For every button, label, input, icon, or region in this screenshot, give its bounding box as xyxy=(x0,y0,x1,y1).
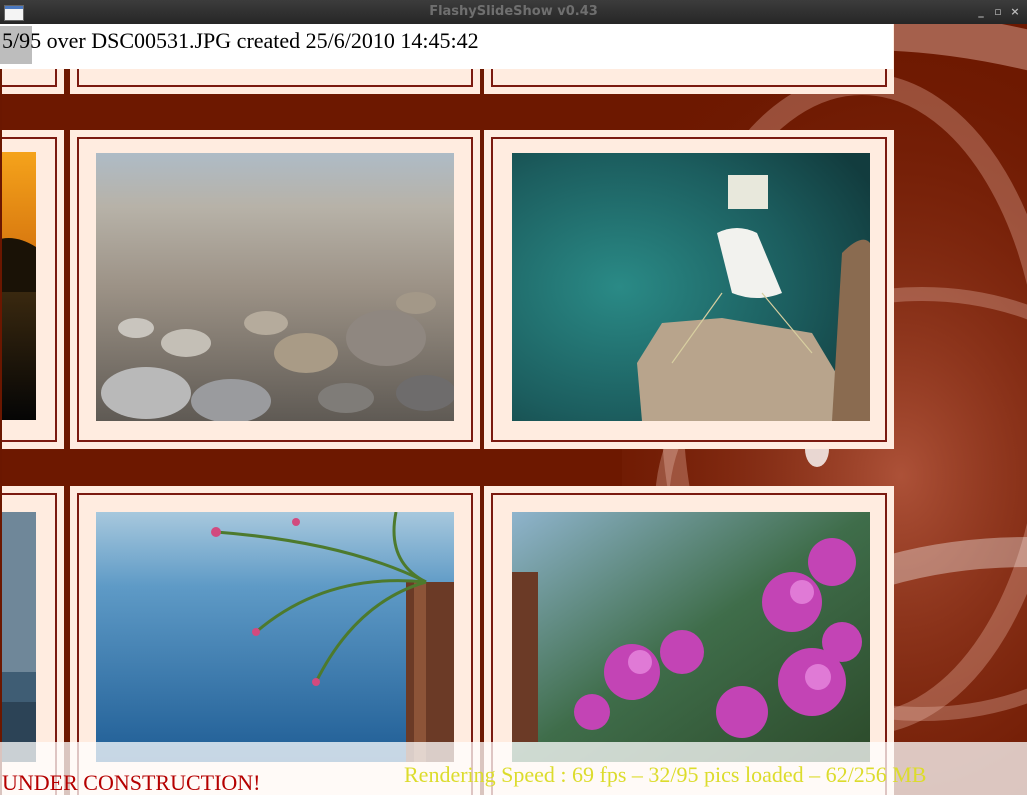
pebbles-photo xyxy=(96,153,454,421)
render-stats-text: Rendering Speed : 69 fps – 32/95 pics lo… xyxy=(404,762,927,787)
slide-info-text: 5/95 over DSC00531.JPG created 25/6/2010… xyxy=(2,28,479,53)
sunset-photo xyxy=(2,152,36,420)
photo-frame[interactable] xyxy=(484,130,894,449)
close-button[interactable]: × xyxy=(1006,0,1024,24)
maximize-button[interactable]: ▫ xyxy=(989,0,1007,24)
plant-pot-photo xyxy=(96,512,454,762)
app-window: FlashySlideShow v0.43 _ ▫ × 5/95 over DS… xyxy=(0,0,1027,795)
under-construction-label: UNDER CONSTRUCTION! xyxy=(2,770,261,795)
title-bar[interactable]: FlashySlideShow v0.43 _ ▫ × xyxy=(0,0,1027,24)
window-title: FlashySlideShow v0.43 xyxy=(429,4,598,19)
minimize-button[interactable]: _ xyxy=(972,0,990,24)
photo-frame[interactable] xyxy=(2,130,64,449)
app-icon[interactable] xyxy=(4,5,24,21)
sea-left-photo xyxy=(2,512,36,762)
bougainvillea-photo xyxy=(512,512,870,762)
photo-frame[interactable] xyxy=(70,130,480,449)
slideshow-stage[interactable] xyxy=(2,24,1027,795)
boat-photo xyxy=(512,153,870,421)
